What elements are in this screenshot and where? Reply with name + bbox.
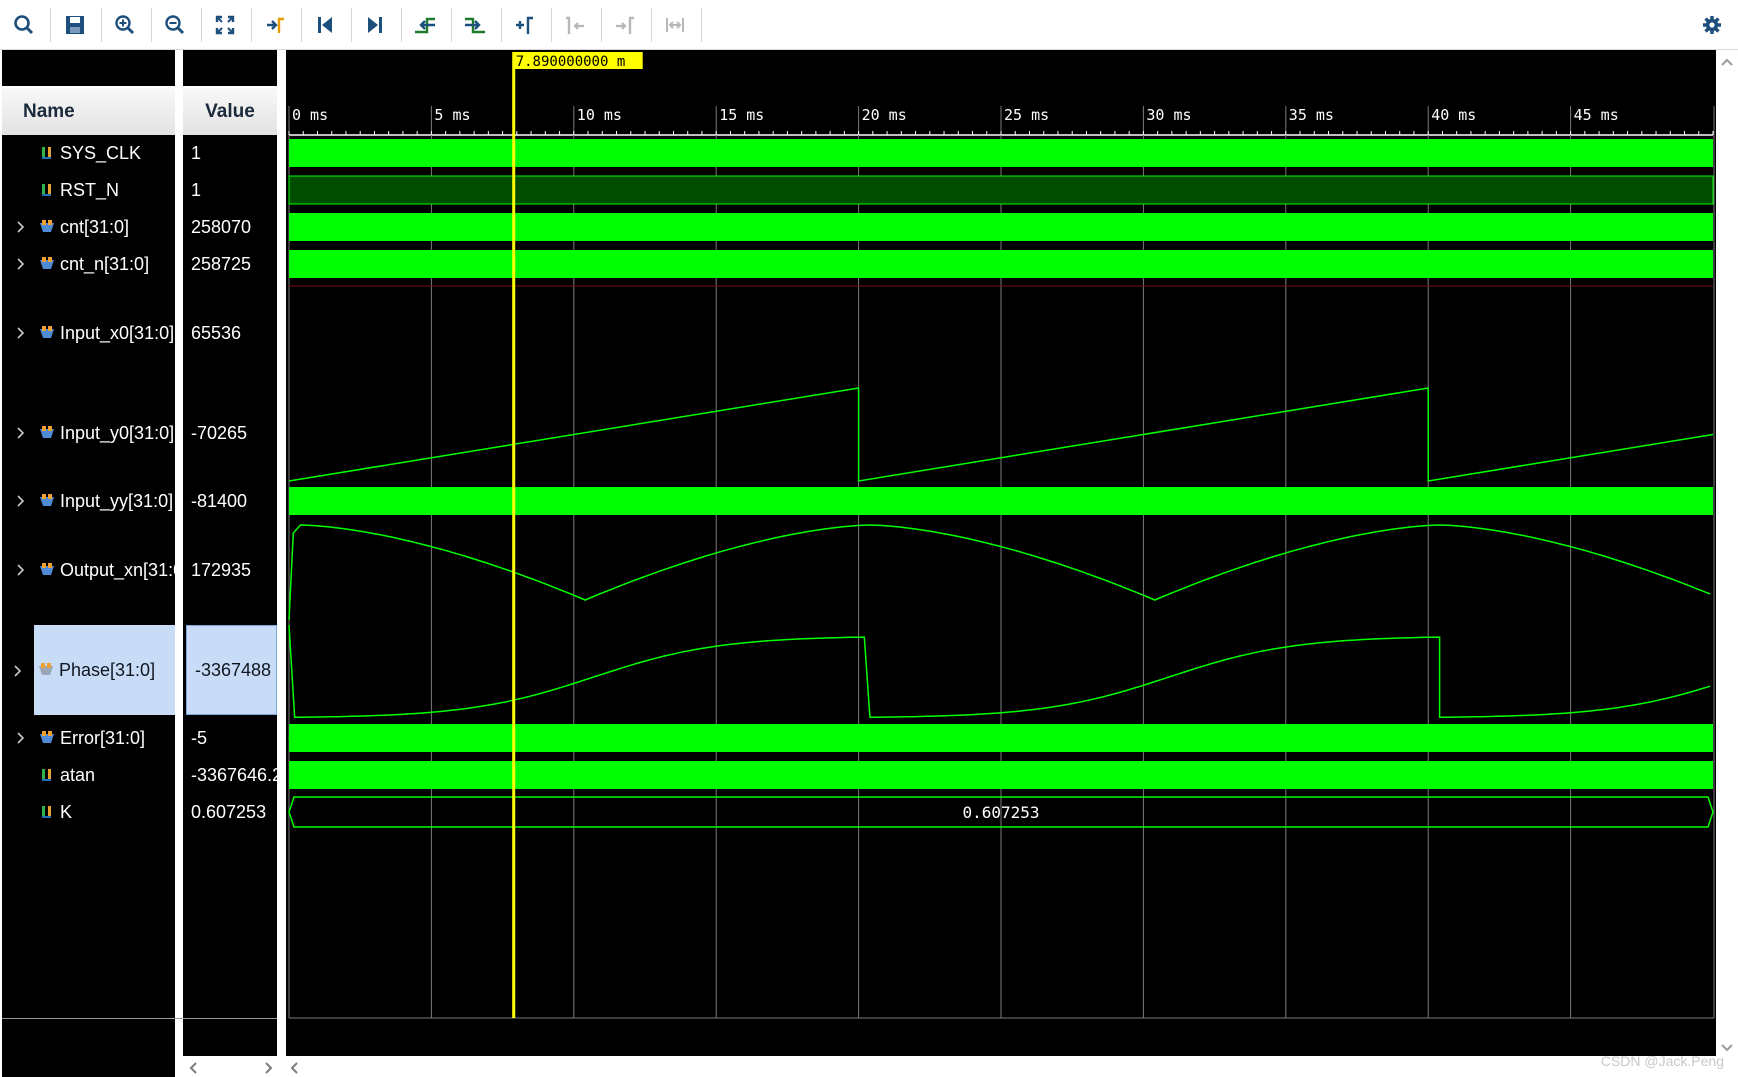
chevron-right-icon[interactable]: [12, 258, 29, 270]
value-scroll-left-icon[interactable]: [188, 1061, 200, 1075]
next-transition-button[interactable]: [457, 7, 493, 43]
chevron-right-icon[interactable]: [12, 221, 29, 233]
signal-row[interactable]: cnt[31:0]: [2, 212, 175, 242]
chevron-right-icon[interactable]: [12, 732, 29, 744]
zoom-fit-button[interactable]: [207, 7, 243, 43]
wave-scroll-left-icon[interactable]: [289, 1061, 301, 1075]
value-scroll-right-icon[interactable]: [262, 1061, 274, 1075]
chevron-right-icon[interactable]: [14, 664, 22, 682]
bit-signal-icon: [37, 804, 57, 820]
bus-signal-icon: [37, 493, 57, 509]
signal-name: atan: [60, 764, 96, 785]
signal-name: K: [60, 801, 73, 822]
previous-transition-button[interactable]: [407, 7, 443, 43]
signal-row[interactable]: Input_x0[31:0]: [2, 318, 175, 348]
signal-row[interactable]: Input_yy[31:0]: [2, 486, 175, 516]
go-to-time-zero-icon: [318, 17, 332, 33]
scroll-up-icon[interactable]: [1720, 56, 1734, 68]
swap-cursors-button: [657, 7, 693, 43]
signal-row[interactable]: Output_xn[31:0]: [2, 520, 175, 620]
zoom-in-icon: [115, 15, 135, 35]
value-column-header[interactable]: Value: [183, 88, 277, 135]
bus-signal-icon: [37, 325, 57, 341]
add-marker-button[interactable]: [507, 7, 543, 43]
signal-value: -3367488: [186, 625, 277, 715]
search-button[interactable]: [6, 7, 42, 43]
next-marker-button: [607, 7, 643, 43]
swap-cursors-icon: [666, 18, 684, 32]
signal-value: 65536: [191, 322, 242, 343]
bus-signal-icon: [37, 425, 57, 441]
signal-row[interactable]: Input_y0[31:0]: [2, 383, 175, 483]
signal-name: cnt[31:0]: [60, 216, 130, 237]
save-button[interactable]: [57, 7, 93, 43]
signal-value: 258070: [191, 216, 252, 237]
signal-name: Phase[31:0]: [59, 659, 156, 680]
go-to-cursor-icon: [267, 17, 284, 33]
signal-row[interactable]: K: [2, 797, 175, 827]
add-marker-icon: [516, 16, 533, 34]
go-to-last-time-button[interactable]: [357, 7, 393, 43]
bus-signal-icon: [36, 662, 56, 678]
bus-signal-icon: [37, 256, 57, 272]
zoom-fit-icon: [215, 15, 235, 35]
signal-name: cnt_n[31:0]: [60, 253, 150, 274]
signal-row[interactable]: Phase[31:0]: [34, 625, 175, 715]
next-transition-icon: [465, 17, 485, 34]
bit-signal-icon: [37, 145, 57, 161]
go-to-time-zero-button[interactable]: [307, 7, 343, 43]
watermark: CSDN @Jack.Peng: [1600, 1053, 1724, 1069]
signal-name: Output_xn[31:0]: [60, 559, 175, 580]
bus-signal-icon: [37, 730, 57, 746]
signal-name: Input_yy[31:0]: [60, 490, 174, 511]
signal-row[interactable]: RST_N: [2, 175, 175, 205]
chevron-right-icon[interactable]: [12, 427, 29, 439]
bus-signal-icon: [37, 562, 57, 578]
next-marker-icon: [616, 16, 634, 34]
previous-marker-icon: [566, 16, 584, 34]
signal-value: 1: [191, 142, 202, 163]
bit-signal-icon: [37, 182, 57, 198]
bit-signal-icon: [37, 767, 57, 783]
chevron-right-icon[interactable]: [12, 327, 29, 339]
previous-marker-button: [557, 7, 593, 43]
signal-value: 0.607253: [191, 801, 267, 822]
zoom-in-button[interactable]: [107, 7, 143, 43]
go-to-cursor-button[interactable]: [257, 7, 293, 43]
signal-value: -3367646.2: [191, 764, 277, 785]
signal-name: SYS_CLK: [60, 142, 142, 163]
signal-value: 258725: [191, 253, 252, 274]
signal-value: -70265: [191, 422, 248, 443]
signal-value: 172935: [191, 559, 252, 580]
chevron-right-icon[interactable]: [12, 495, 29, 507]
chevron-right-icon[interactable]: [12, 564, 29, 576]
settings-button[interactable]: [1694, 7, 1730, 43]
signal-row[interactable]: Error[31:0]: [2, 723, 175, 753]
signal-value: -81400: [191, 490, 248, 511]
bus-signal-icon: [37, 219, 57, 235]
previous-transition-icon: [415, 17, 435, 34]
signal-name: RST_N: [60, 179, 120, 200]
signal-name: Input_x0[31:0]: [60, 322, 175, 343]
signal-name: Input_y0[31:0]: [60, 422, 175, 443]
go-to-last-time-icon: [368, 17, 382, 33]
name-column-header[interactable]: Name: [2, 88, 175, 135]
gear-icon: [1703, 16, 1721, 34]
save-icon: [66, 16, 84, 34]
signal-name: Error[31:0]: [60, 727, 146, 748]
zoom-out-icon: [165, 15, 185, 35]
signal-value: 1: [191, 179, 202, 200]
signal-value: -5: [191, 727, 208, 748]
search-icon: [14, 15, 34, 35]
signal-row[interactable]: atan: [2, 760, 175, 790]
signal-row[interactable]: cnt_n[31:0]: [2, 249, 175, 279]
zoom-out-button[interactable]: [157, 7, 193, 43]
toolbar: [0, 0, 1738, 50]
signal-row[interactable]: SYS_CLK: [2, 138, 175, 168]
